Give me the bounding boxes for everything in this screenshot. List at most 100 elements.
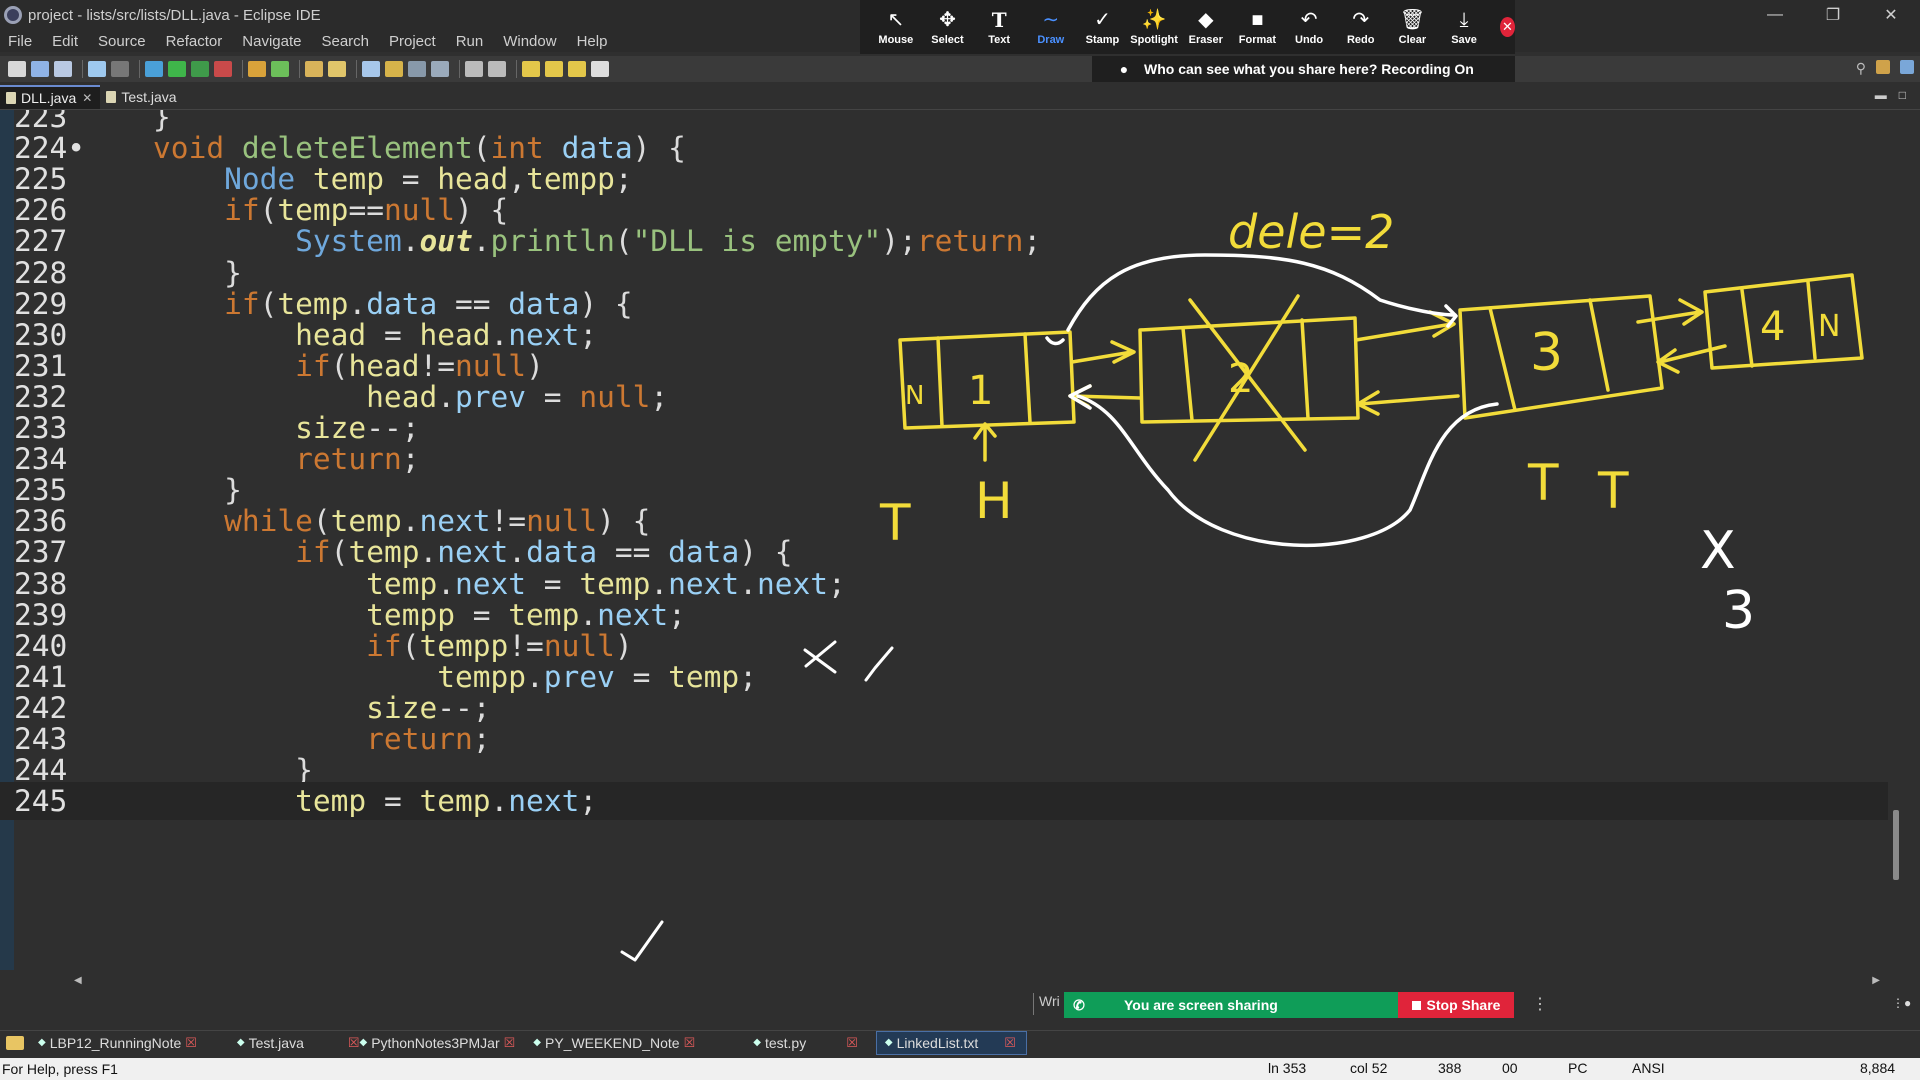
java-perspective-icon[interactable] xyxy=(1900,60,1914,74)
menu-refactor[interactable]: Refactor xyxy=(158,33,235,50)
tab-test-java[interactable]: Test.java xyxy=(100,85,184,109)
close-file-icon[interactable]: ☒ xyxy=(185,1035,197,1051)
forward-icon[interactable] xyxy=(568,61,586,77)
scroll-left-icon[interactable]: ◀ xyxy=(74,975,82,986)
menu-run[interactable]: Run xyxy=(448,33,496,50)
zoom-tool-text[interactable]: T Text xyxy=(973,0,1025,54)
file-tab[interactable]: ◆ PY_WEEKEND_Note ☒ xyxy=(525,1031,705,1055)
menu-navigate[interactable]: Navigate xyxy=(234,33,313,50)
zoom-tool-mouse[interactable]: ↖ Mouse xyxy=(870,0,922,54)
pin-editor-icon[interactable] xyxy=(591,61,609,77)
text-icon: T xyxy=(991,8,1007,32)
menu-window[interactable]: Window xyxy=(495,33,568,50)
skip-breakpoints-icon[interactable] xyxy=(111,61,129,77)
file-tab[interactable]: ◆ LBP12_RunningNote ☒ xyxy=(30,1031,207,1055)
restore-button[interactable]: ❐ xyxy=(1804,0,1862,30)
zoom-tool-save[interactable]: ⤓ Save xyxy=(1438,0,1490,54)
file-tab-label: LBP12_RunningNote xyxy=(49,1034,182,1051)
zoom-tool-format[interactable]: ■ Format xyxy=(1232,0,1284,54)
status-count: 8,884 xyxy=(1860,1060,1896,1076)
prev-annotation-icon[interactable] xyxy=(488,61,506,77)
menu-search[interactable]: Search xyxy=(313,33,381,50)
next-annotation-icon[interactable] xyxy=(465,61,483,77)
status-encoding: ANSI xyxy=(1632,1060,1665,1076)
coverage-icon[interactable] xyxy=(191,61,209,77)
tip-bulb-icon[interactable]: ⋮● xyxy=(1892,996,1911,1010)
new-package-icon[interactable] xyxy=(248,61,266,77)
eclipse-logo-icon xyxy=(4,6,22,24)
file-tab-label: test.py xyxy=(764,1034,807,1051)
maximize-editor-icon[interactable]: □ xyxy=(1899,88,1906,102)
zoom-tool-stamp[interactable]: ✓ Stamp xyxy=(1077,0,1129,54)
status-cell-1: 388 xyxy=(1438,1060,1462,1076)
close-tab-icon[interactable]: ✕ xyxy=(82,91,92,105)
zoom-tool-draw[interactable]: ∼ Draw xyxy=(1025,0,1077,54)
toggle-mark-icon[interactable] xyxy=(362,61,380,77)
more-options-icon[interactable]: ⋮ xyxy=(1532,994,1548,1014)
external-tools-icon[interactable] xyxy=(214,61,232,77)
menu-source[interactable]: Source xyxy=(90,33,158,50)
recording-banner[interactable]: ● Who can see what you share here? Recor… xyxy=(1092,56,1515,82)
file-tab-label: PY_WEEKEND_Note xyxy=(544,1034,680,1051)
save-all-icon[interactable] xyxy=(54,61,72,77)
new-class-icon[interactable] xyxy=(271,61,289,77)
file-tab[interactable]: ◆ LinkedList.txt ☒ xyxy=(875,1030,1027,1055)
debug-icon[interactable] xyxy=(145,61,163,77)
last-edit-icon[interactable] xyxy=(522,61,540,77)
search-icon[interactable] xyxy=(328,61,346,77)
zoom-tool-select[interactable]: ✥ Select xyxy=(922,0,974,54)
zoom-tool-redo[interactable]: ↷ Redo xyxy=(1335,0,1387,54)
eraser-icon: ◆ xyxy=(1198,9,1214,31)
terminal-icon[interactable] xyxy=(88,61,106,77)
close-annotation-icon[interactable]: ✕ xyxy=(1499,17,1516,37)
zoom-tool-eraser[interactable]: ◆ Eraser xyxy=(1180,0,1232,54)
new-icon[interactable] xyxy=(8,61,26,77)
close-file-icon[interactable]: ☒ xyxy=(504,1035,516,1051)
write-box: Wri xyxy=(1033,993,1063,1015)
stop-share-button[interactable]: Stop Share xyxy=(1398,992,1514,1018)
file-tab[interactable]: ☒ ◆ PythonNotes3PMJar ☒ xyxy=(336,1031,525,1055)
close-file-icon[interactable]: ☒ xyxy=(1004,1035,1016,1051)
main-toolbar xyxy=(0,56,1920,82)
open-perspective-icon[interactable] xyxy=(1876,60,1890,74)
close-file-icon[interactable]: ☒ xyxy=(846,1035,858,1051)
block-select-icon[interactable] xyxy=(408,61,426,77)
show-whitespace-icon[interactable] xyxy=(431,61,449,77)
scroll-thumb[interactable] xyxy=(1893,810,1899,880)
close-file-icon[interactable]: ☒ xyxy=(348,1035,360,1051)
zoom-tool-label: Format xyxy=(1238,34,1277,46)
menu-project[interactable]: Project xyxy=(381,33,448,50)
file-tab[interactable]: ◆ Test.java xyxy=(229,1031,314,1055)
code-line[interactable]: 245 temp = temp.next; xyxy=(0,782,1888,821)
back-icon[interactable] xyxy=(545,61,563,77)
user-share-icon: ● xyxy=(1119,61,1129,77)
file-tab[interactable]: ◆ test.py ☒ xyxy=(745,1031,868,1055)
word-wrap-icon[interactable] xyxy=(385,61,403,77)
quick-access-search-icon[interactable]: ⚲ xyxy=(1856,60,1866,77)
zoom-tool-clear[interactable]: 🗑 Clear xyxy=(1387,0,1439,54)
scroll-right-icon[interactable]: ▶ xyxy=(1872,975,1880,986)
toolbar-separator xyxy=(82,60,83,78)
vertical-scrollbar[interactable] xyxy=(1888,110,1904,970)
horizontal-scrollbar[interactable]: ◀ ▶ xyxy=(74,972,1880,988)
code-editor[interactable]: 223 } 224• void deleteElement(int data) {… xyxy=(0,110,1888,970)
save-icon[interactable] xyxy=(31,61,49,77)
minimize-button[interactable]: — xyxy=(1746,0,1804,30)
minimize-editor-icon[interactable]: ▬ xyxy=(1875,88,1887,102)
folder-icon[interactable] xyxy=(6,1035,24,1050)
menu-file[interactable]: File xyxy=(0,33,44,50)
menu-edit[interactable]: Edit xyxy=(44,33,90,50)
tab-label: DLL.java xyxy=(21,90,77,106)
editor-tabs: DLL.java ✕ Test.java xyxy=(0,85,1920,110)
run-icon[interactable] xyxy=(168,61,186,77)
zoom-tool-spotlight[interactable]: ✨ Spotlight xyxy=(1128,0,1180,54)
zoom-tool-label: Save xyxy=(1451,34,1477,46)
close-file-icon[interactable]: ☒ xyxy=(684,1035,696,1051)
open-type-icon[interactable] xyxy=(305,61,323,77)
tab-dll-java[interactable]: DLL.java ✕ xyxy=(0,85,101,109)
trash-icon: 🗑 xyxy=(1399,9,1426,31)
zoom-tool-undo[interactable]: ↶ Undo xyxy=(1283,0,1335,54)
close-window-button[interactable]: ✕ xyxy=(1862,0,1920,30)
menu-help[interactable]: Help xyxy=(569,33,620,50)
window-controls: — ❐ ✕ xyxy=(1746,0,1920,30)
